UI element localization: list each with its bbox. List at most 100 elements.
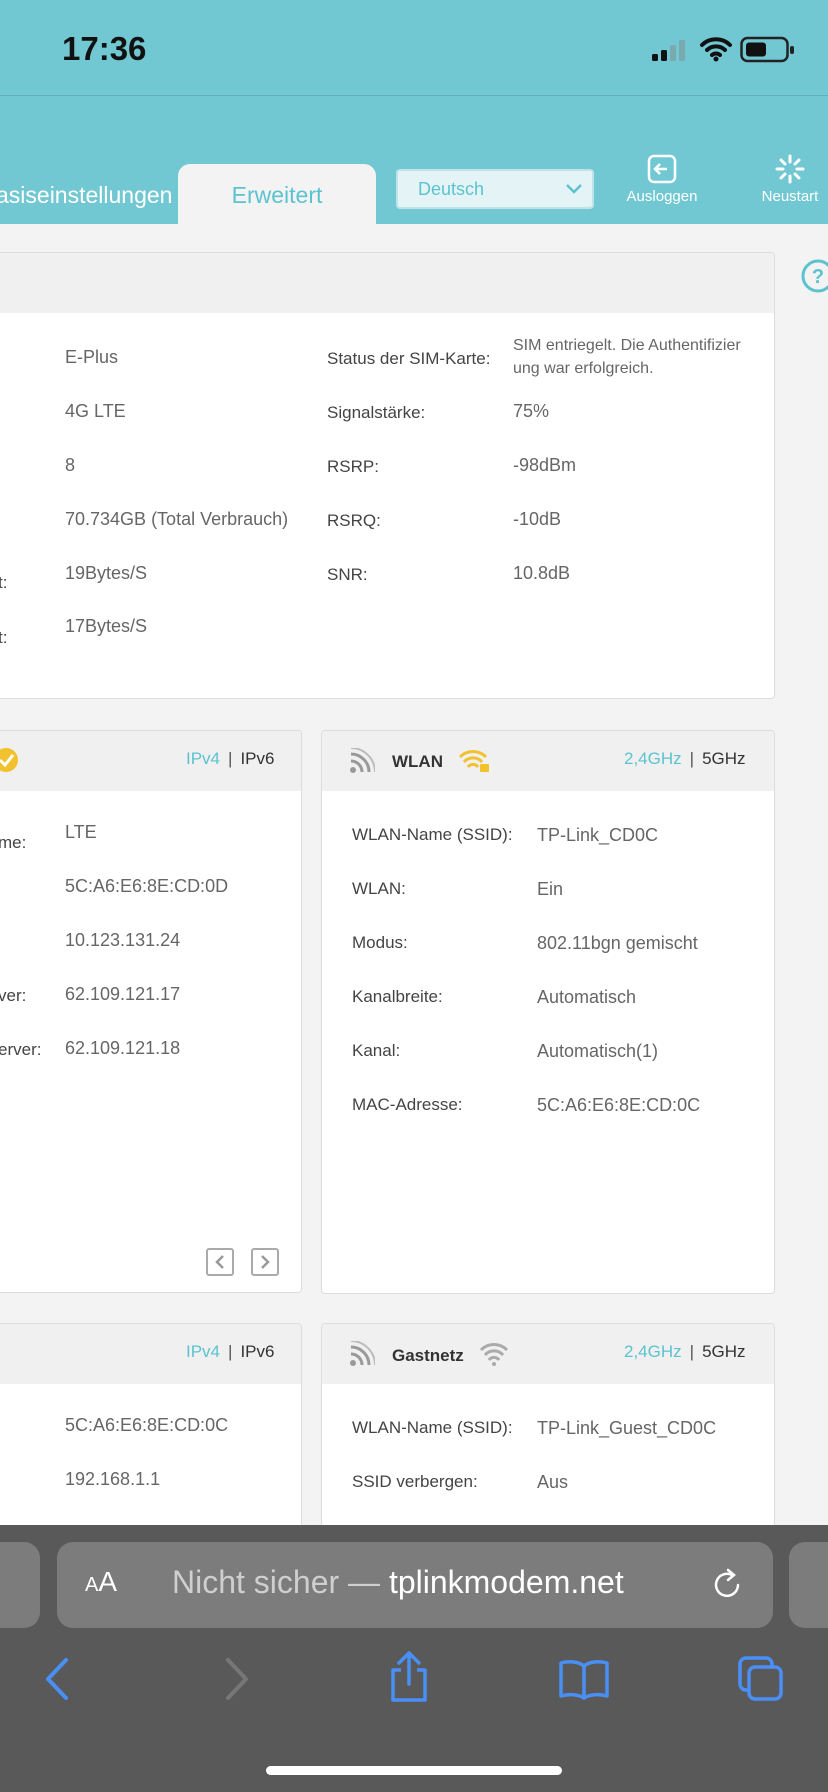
internet-label-4: ver: [0, 986, 27, 1005]
lan-ip-toggle: IPv4 | IPv6 [186, 1342, 275, 1361]
internet-mac: 5C:A6:E6:8E:CD:0D [65, 876, 229, 896]
wlan-mode-label: Modus: [352, 933, 408, 952]
guest-hide-ssid-value: Aus [537, 1472, 569, 1492]
wlan-band-toggle: 2,4GHz | 5GHz [624, 749, 746, 768]
internet-connection-type: LTE [65, 822, 97, 842]
wifi-icon [700, 37, 732, 62]
internet-panel [0, 730, 302, 1293]
rsrp-label: RSRP: [327, 457, 379, 476]
status-time: 17:36 [62, 30, 147, 67]
wifi-lock-icon [458, 750, 489, 772]
chevron-down-icon [566, 184, 582, 194]
internet-secondary-dns: 62.109.121.18 [65, 1038, 181, 1058]
mobile-network-type: 4G LTE [65, 401, 126, 421]
ipv4-tab[interactable]: IPv4 [186, 749, 220, 768]
wlan-ssid-value: TP-Link_CD0C [537, 825, 659, 845]
wlan-channel-width-label: Kanalbreite: [352, 987, 443, 1006]
language-value: Deutsch [418, 179, 485, 199]
lan-mac: 5C:A6:E6:8E:CD:0C [65, 1415, 229, 1435]
sim-status-value: SIM entriegelt. Die Authentifizierung wa… [513, 337, 741, 377]
forward-icon[interactable] [222, 1656, 252, 1702]
reader-options-button[interactable]: AA [85, 1566, 117, 1598]
wlan-channel-value: Automatisch(1) [537, 1041, 659, 1061]
previous-tab-preview[interactable] [0, 1542, 40, 1628]
guest-ssid-value: TP-Link_Guest_CD0C [537, 1418, 717, 1438]
security-warning: Nicht sicher — [172, 1564, 389, 1600]
bookmarks-icon[interactable] [558, 1658, 610, 1700]
guest-band-toggle: 2,4GHz | 5GHz [624, 1342, 746, 1361]
rsrq-label: RSRQ: [327, 511, 381, 530]
url-text[interactable]: Nicht sicher — tplinkmodem.net [172, 1564, 624, 1601]
lan-ip: 192.168.1.1 [65, 1469, 161, 1489]
wlan-status-value: Ein [537, 879, 564, 899]
restart-button[interactable]: Neustart [752, 154, 828, 205]
tabs-icon[interactable] [738, 1656, 784, 1702]
mobile-download-rate: 17Bytes/S [65, 616, 148, 636]
chevron-right-icon [261, 1255, 270, 1269]
previous-button[interactable] [206, 1248, 234, 1276]
wifi-icon [479, 1343, 509, 1366]
logout-button[interactable]: Ausloggen [624, 154, 700, 205]
language-select[interactable]: Deutsch [396, 169, 594, 209]
mobile-provider: E-Plus [65, 347, 119, 367]
header-divider [0, 95, 828, 96]
wireless-signal-icon [350, 1341, 375, 1366]
internet-label-1: me: [0, 833, 27, 852]
signal-strength-label: Signalstärke: [327, 403, 426, 422]
internet-primary-dns: 62.109.121.17 [65, 984, 181, 1004]
wlan-ssid-label: WLAN-Name (SSID): [352, 825, 513, 844]
mobile-usage: 70.734GB (Total Verbrauch) [65, 509, 289, 529]
url-host: tplinkmodem.net [388, 1564, 624, 1600]
chevron-left-icon [215, 1255, 224, 1269]
guest-title: Gastnetz [392, 1346, 464, 1365]
guest-ssid-label: WLAN-Name (SSID): [352, 1418, 513, 1437]
share-icon[interactable] [387, 1650, 431, 1704]
cellular-signal-icon [652, 40, 685, 61]
mobile-label-6: t: [0, 628, 8, 647]
lan-ipv6-tab[interactable]: IPv6 [240, 1342, 274, 1361]
wireless-signal-icon [350, 748, 375, 773]
aa-big: A [98, 1566, 118, 1597]
next-button[interactable] [251, 1248, 279, 1276]
wlan-status-label: WLAN: [352, 879, 406, 898]
internet-ip: 10.123.131.24 [65, 930, 181, 950]
guest-band-5-tab[interactable]: 5GHz [702, 1342, 745, 1361]
home-indicator [266, 1766, 562, 1775]
internet-label-5: erver: [0, 1040, 42, 1059]
wlan-channel-width-value: Automatisch [537, 987, 637, 1007]
tab-advanced[interactable]: Erweitert [178, 164, 376, 226]
tab-basic-settings[interactable]: asiseinstellungen [0, 182, 172, 209]
rsrp-value: -98dBm [513, 455, 577, 475]
sim-status-label: Status der SIM-Karte: [327, 349, 491, 368]
snr-label: SNR: [327, 565, 368, 584]
restart-icon [775, 154, 805, 184]
wlan-mac-value: 5C:A6:E6:8E:CD:0C [537, 1095, 701, 1115]
wlan-band-5-tab[interactable]: 5GHz [702, 749, 745, 768]
guest-band-24-tab[interactable]: 2,4GHz [624, 1342, 682, 1361]
reload-icon[interactable] [710, 1568, 744, 1602]
guest-hide-ssid-label: SSID verbergen: [352, 1472, 478, 1491]
ipv6-tab[interactable]: IPv6 [240, 749, 274, 768]
battery-icon [740, 36, 794, 63]
lan-ipv4-tab[interactable]: IPv4 [186, 1342, 220, 1361]
logout-label: Ausloggen [626, 188, 698, 205]
svg-text:?: ? [812, 266, 824, 288]
wlan-title: WLAN [392, 752, 443, 771]
aa-small: A [85, 1574, 99, 1596]
panel-header [0, 253, 774, 313]
next-tab-preview[interactable] [789, 1542, 828, 1628]
logout-icon [647, 154, 677, 184]
wlan-band-24-tab[interactable]: 2,4GHz [624, 749, 682, 768]
mobile-value-3: 8 [65, 455, 76, 475]
internet-ip-toggle: IPv4 | IPv6 [186, 749, 275, 768]
signal-strength-value: 75% [513, 401, 550, 421]
wlan-mac-label: MAC-Adresse: [352, 1095, 463, 1114]
wlan-channel-label: Kanal: [352, 1041, 401, 1060]
back-icon[interactable] [42, 1656, 72, 1702]
mobile-label-5: t: [0, 573, 8, 592]
mobile-upload-rate: 19Bytes/S [65, 563, 148, 583]
rsrq-value: -10dB [513, 509, 562, 529]
restart-label: Neustart [761, 188, 819, 205]
help-icon[interactable]: ? [800, 258, 828, 294]
wlan-panel [321, 730, 775, 1294]
